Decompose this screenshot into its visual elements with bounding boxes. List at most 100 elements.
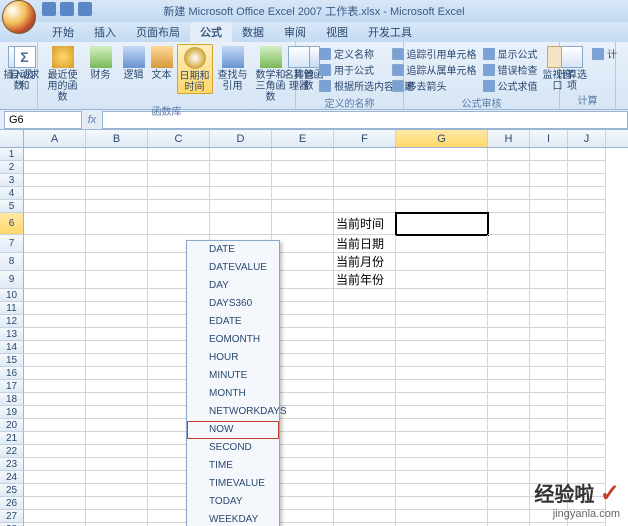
- menu-item-weekday[interactable]: WEEKDAY: [187, 511, 279, 526]
- cell[interactable]: [530, 302, 568, 315]
- cell[interactable]: [488, 200, 530, 213]
- cell[interactable]: [272, 510, 334, 523]
- cell[interactable]: [86, 354, 148, 367]
- col-header[interactable]: J: [568, 130, 606, 147]
- cell[interactable]: [568, 174, 606, 187]
- cell[interactable]: [568, 302, 606, 315]
- cell[interactable]: [24, 328, 86, 341]
- row-header[interactable]: 5: [0, 200, 24, 213]
- cell[interactable]: [86, 161, 148, 174]
- cell[interactable]: [530, 187, 568, 200]
- row-header[interactable]: 4: [0, 187, 24, 200]
- cell[interactable]: [530, 315, 568, 328]
- cell[interactable]: [272, 484, 334, 497]
- cell[interactable]: [396, 445, 488, 458]
- col-header[interactable]: B: [86, 130, 148, 147]
- col-header[interactable]: F: [334, 130, 396, 147]
- cell[interactable]: [86, 174, 148, 187]
- cell[interactable]: [24, 302, 86, 315]
- cell[interactable]: [396, 289, 488, 302]
- cell[interactable]: [272, 341, 334, 354]
- cell[interactable]: [334, 200, 396, 213]
- cell[interactable]: 当前年份: [334, 271, 396, 289]
- cell[interactable]: [568, 458, 606, 471]
- cell[interactable]: [488, 187, 530, 200]
- cell[interactable]: [272, 471, 334, 484]
- cell[interactable]: [488, 213, 530, 235]
- cell[interactable]: [334, 174, 396, 187]
- cell[interactable]: [334, 328, 396, 341]
- cell[interactable]: [24, 380, 86, 393]
- cell[interactable]: [396, 354, 488, 367]
- tab-formulas[interactable]: 公式: [190, 22, 232, 42]
- cell[interactable]: [24, 432, 86, 445]
- cell[interactable]: [568, 289, 606, 302]
- cell[interactable]: [488, 471, 530, 484]
- cell[interactable]: [488, 341, 530, 354]
- cell[interactable]: [86, 341, 148, 354]
- cell[interactable]: [334, 380, 396, 393]
- tab-home[interactable]: 开始: [42, 22, 84, 42]
- cell[interactable]: [568, 213, 606, 235]
- cell[interactable]: [396, 419, 488, 432]
- cell[interactable]: [396, 187, 488, 200]
- cell[interactable]: [568, 235, 606, 253]
- cell[interactable]: [568, 271, 606, 289]
- cell[interactable]: [272, 458, 334, 471]
- cell[interactable]: [396, 253, 488, 271]
- cell[interactable]: [24, 510, 86, 523]
- text-button[interactable]: 文本: [149, 44, 175, 81]
- cell[interactable]: [86, 393, 148, 406]
- cell[interactable]: [488, 174, 530, 187]
- cell[interactable]: [24, 393, 86, 406]
- row-header[interactable]: 12: [0, 315, 24, 328]
- cell[interactable]: [396, 148, 488, 161]
- cell[interactable]: [488, 253, 530, 271]
- cell[interactable]: [530, 174, 568, 187]
- cell[interactable]: [568, 406, 606, 419]
- show-formulas-button[interactable]: 显示公式: [483, 46, 538, 61]
- logical-button[interactable]: 逻辑: [121, 44, 147, 81]
- tab-data[interactable]: 数据: [232, 22, 274, 42]
- cell[interactable]: [86, 367, 148, 380]
- row-header[interactable]: 6: [0, 213, 24, 235]
- menu-item-timevalue[interactable]: TIMEVALUE: [187, 475, 279, 493]
- cell[interactable]: [24, 367, 86, 380]
- cell[interactable]: [86, 484, 148, 497]
- cell[interactable]: [396, 497, 488, 510]
- cell[interactable]: [86, 302, 148, 315]
- col-header[interactable]: G: [396, 130, 488, 147]
- cell[interactable]: [568, 187, 606, 200]
- cell[interactable]: [334, 484, 396, 497]
- cell[interactable]: [24, 289, 86, 302]
- cell[interactable]: [568, 393, 606, 406]
- cell[interactable]: [24, 174, 86, 187]
- cell[interactable]: [530, 432, 568, 445]
- cell[interactable]: [334, 315, 396, 328]
- cell[interactable]: [530, 419, 568, 432]
- menu-item-month[interactable]: MONTH: [187, 385, 279, 403]
- tab-review[interactable]: 审阅: [274, 22, 316, 42]
- menu-item-day[interactable]: DAY: [187, 277, 279, 295]
- cell[interactable]: [86, 510, 148, 523]
- cell[interactable]: 当前月份: [334, 253, 396, 271]
- cell[interactable]: [568, 432, 606, 445]
- cell[interactable]: [24, 148, 86, 161]
- cell[interactable]: [530, 367, 568, 380]
- cell[interactable]: [334, 458, 396, 471]
- cell[interactable]: [148, 148, 210, 161]
- cell[interactable]: [488, 445, 530, 458]
- name-manager-button[interactable]: 名称管理器: [283, 44, 315, 92]
- cell[interactable]: [272, 380, 334, 393]
- cell[interactable]: [86, 445, 148, 458]
- menu-item-datevalue[interactable]: DATEVALUE: [187, 259, 279, 277]
- cell[interactable]: [272, 161, 334, 174]
- cell[interactable]: [334, 445, 396, 458]
- cell[interactable]: [148, 213, 210, 235]
- cell[interactable]: [334, 367, 396, 380]
- row-header[interactable]: 7: [0, 235, 24, 253]
- cell[interactable]: [334, 510, 396, 523]
- cell[interactable]: [568, 419, 606, 432]
- col-header[interactable]: E: [272, 130, 334, 147]
- row-header[interactable]: 25: [0, 484, 24, 497]
